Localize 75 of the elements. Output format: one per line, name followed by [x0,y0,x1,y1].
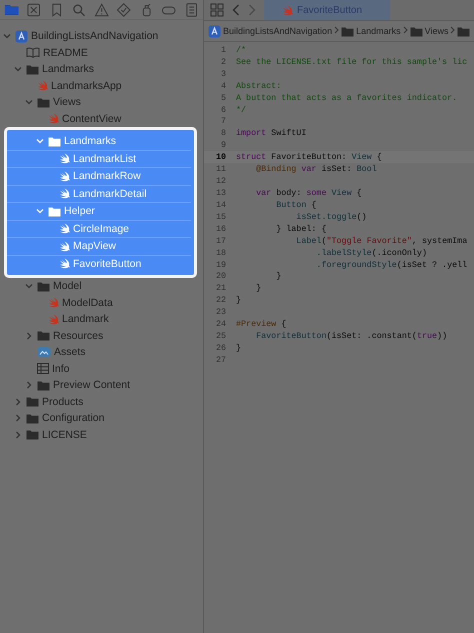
line-number: 15 [214,212,227,222]
line-number: 2 [220,56,227,67]
code-line: */ [236,104,246,115]
line-number: 14 [214,200,227,210]
code-line: A button that acts as a favorites indicator. [236,92,458,103]
file-tree-item[interactable]: Views [53,95,81,110]
line-number: 10 [214,152,227,162]
code-line: } label: { [275,224,326,234]
code-line: Button { [275,200,316,210]
code-line: } [236,295,242,306]
line-number: 5 [220,92,227,103]
file-tree-item[interactable]: Landmarks [42,62,94,76]
line-number: 22 [214,295,227,306]
line-number: 23 [214,307,227,318]
line-number: 13 [214,188,227,198]
line-number: 16 [214,224,227,234]
file-tree-item[interactable]: BuildingListsAndNavigation [31,29,158,44]
line-number: 24 [214,319,227,330]
file-tree-item[interactable]: LandmarkDetail [73,186,147,201]
file-tree-item[interactable]: Assets [54,345,86,360]
file-tree-item[interactable]: MapView [73,239,116,254]
file-tree-item[interactable]: LandmarkRow [73,169,141,184]
breadcrumb-item[interactable]: Landmarks [356,26,401,36]
code-line: } [275,271,282,282]
line-number: 7 [220,116,227,126]
file-tree-item[interactable]: Landmarks [64,134,116,148]
code-line: import SwiftUI [236,128,306,138]
file-tree-item[interactable]: LandmarksApp [51,78,122,93]
file-tree-item[interactable]: Preview Content [53,378,130,392]
line-number: 9 [220,140,227,150]
file-tree-item[interactable]: README [43,46,88,60]
file-tree-item[interactable]: LandmarkList [73,152,136,166]
code-line: .labelStyle(.iconOnly) [315,248,427,258]
file-tree-item[interactable]: FavoriteButton [73,256,142,271]
file-tree-item[interactable]: CircleImage [73,222,130,236]
file-tree-item[interactable]: ContentView [62,112,122,126]
line-number: 18 [214,248,227,258]
file-tree-item[interactable]: ModelData [62,296,113,310]
code-line: .foregroundStyle(isSet ? .yell [315,260,468,270]
breadcrumb-item[interactable]: Views [424,26,448,36]
code-line: FavoriteButton(isSet: .constant(true)) [255,331,448,342]
code-line: } [255,283,262,294]
file-tree-item[interactable]: LICENSE [42,428,87,442]
line-number: 25 [214,331,227,342]
line-number: 12 [214,176,227,186]
file-tree-item[interactable]: Info [52,362,70,376]
file-tree-item[interactable]: Landmark [62,312,109,326]
code-line: struct FavoriteButton: View { [236,152,382,162]
line-number: 6 [220,104,227,115]
code-line: var body: some View { [255,188,362,198]
code-line: #Preview { [236,319,286,330]
line-number: 8 [220,128,227,138]
line-number: 21 [214,283,227,294]
line-number: 3 [220,68,227,79]
line-number: 26 [214,343,227,353]
file-tree-item[interactable]: Model [53,279,82,294]
line-number: 1 [220,44,227,55]
breadcrumb-item[interactable]: BuildingListsAndNavigation [223,26,332,36]
file-tree-item[interactable]: Resources [53,328,104,343]
code-line: Abstract: [236,80,282,91]
code-line: isSet.toggle() [295,212,367,222]
file-tree-item[interactable]: Products [42,394,84,409]
code-line: /* [236,44,246,55]
code-line: Label("Toggle Favorite", systemIma [295,236,468,246]
line-number: 19 [214,260,227,270]
code-line: See the LICENSE.txt file for this sample's lic [236,56,468,67]
file-tree-item[interactable]: Helper [64,204,95,218]
line-number: 11 [214,164,227,174]
line-number: 27 [214,354,227,365]
line-number: 4 [220,80,227,91]
file-tree-item[interactable]: Configuration [42,411,104,426]
line-number: 20 [214,271,227,282]
code-line: @Binding var isSet: Bool [255,164,377,174]
line-number: 17 [214,236,227,246]
code-line: } [236,343,242,353]
